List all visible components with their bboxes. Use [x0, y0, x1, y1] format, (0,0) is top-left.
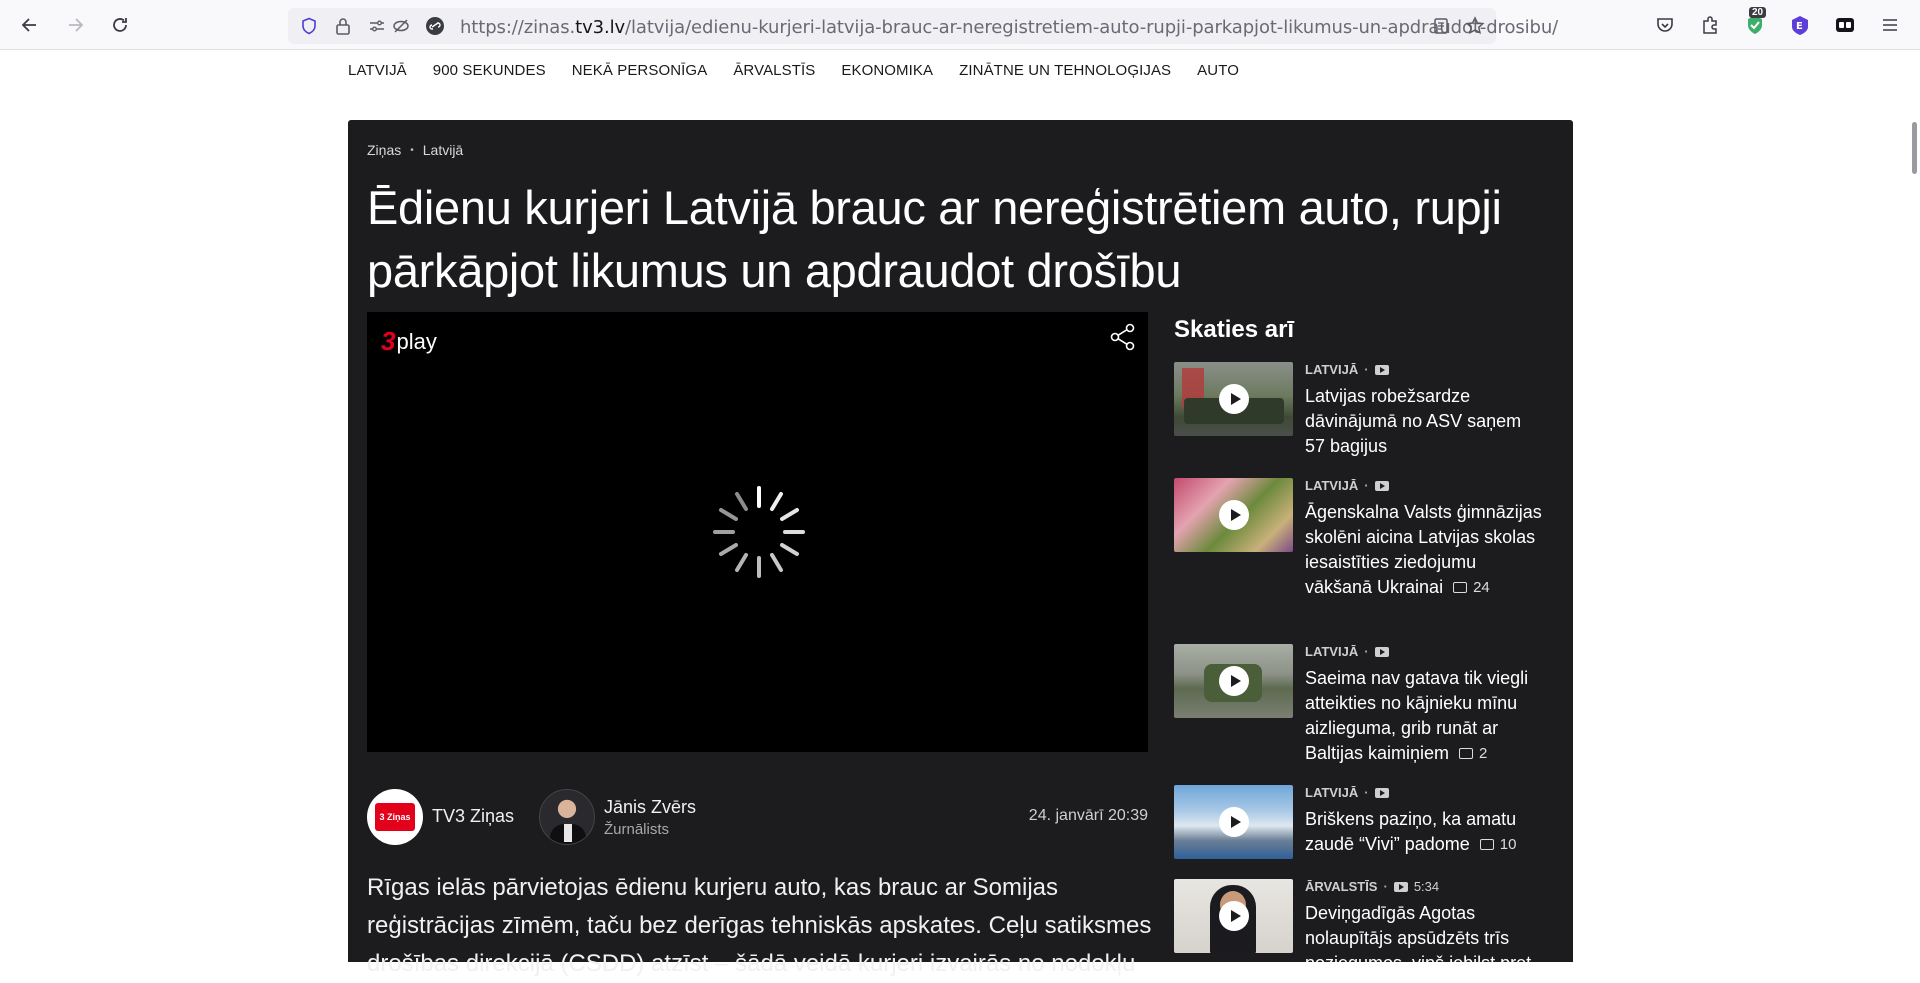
video-icon: [1374, 364, 1389, 375]
url-text[interactable]: https://zinas.tv3.lv/latvija/edienu-kurj…: [460, 17, 1558, 38]
pocket-icon[interactable]: [1652, 12, 1678, 38]
video-icon: [1374, 480, 1389, 491]
page-scrollbar[interactable]: [1908, 50, 1920, 962]
sidebar-item-title[interactable]: Briškens paziņo, ka amatu zaudē “Vivi” p…: [1305, 807, 1545, 857]
reload-icon: [113, 18, 127, 32]
scrollbar-thumb[interactable]: [1912, 122, 1917, 174]
reload-button[interactable]: [102, 7, 138, 43]
sidebar-item-meta: ĀRVALSTĪS · 5:34: [1305, 879, 1440, 894]
play-icon[interactable]: [1219, 666, 1249, 696]
link-icon[interactable]: [424, 15, 446, 37]
source-name[interactable]: TV3 Ziņas: [432, 806, 514, 827]
forward-button[interactable]: [57, 7, 93, 43]
back-button[interactable]: [12, 7, 48, 43]
extensions-puzzle-icon[interactable]: [1697, 12, 1723, 38]
sidebar-thumbnail[interactable]: [1174, 644, 1293, 718]
permissions-icon[interactable]: [366, 15, 388, 37]
forward-arrow-icon: [69, 18, 84, 32]
back-arrow-icon: [21, 18, 36, 32]
author-avatar[interactable]: [539, 789, 595, 845]
article-lead: Rīgas ielās pārvietojas ēdienu kurjeru a…: [367, 874, 1152, 977]
reader-view-icon[interactable]: [1430, 15, 1452, 37]
video-icon: [1374, 787, 1389, 798]
nav-link-900-sekundes[interactable]: 900 SEKUNDES: [433, 62, 546, 79]
video-duration: 5:34: [1413, 879, 1440, 894]
blocked-media-icon[interactable]: [390, 15, 412, 37]
video-player[interactable]: 3 play: [367, 312, 1148, 752]
play-icon[interactable]: [1219, 384, 1249, 414]
share-icon[interactable]: [1108, 322, 1138, 352]
comment-icon: [1479, 839, 1494, 850]
video-icon: [1374, 646, 1389, 657]
lock-icon[interactable]: [332, 15, 354, 37]
article-panel: Ziņas • Latvijā Ēdienu kurjeri Latvijā b…: [348, 120, 1573, 977]
3play-logo: 3 play: [381, 326, 437, 356]
address-bar[interactable]: https://zinas.tv3.lv/latvija/edienu-kurj…: [288, 8, 1558, 44]
author-role: Žurnālists: [604, 821, 670, 838]
breadcrumb-separator: •: [410, 144, 414, 156]
sidebar-thumbnail[interactable]: [1174, 478, 1293, 552]
sidebar-item-title[interactable]: Saeima nav gatava tik viegli atteikties …: [1305, 666, 1545, 766]
sidebar-item-title[interactable]: Deviņgadīgās Agotas nolaupītājs apsūdzēt…: [1305, 901, 1545, 976]
play-icon[interactable]: [1219, 500, 1249, 530]
sidebar-item-meta: LATVIJĀ ·: [1305, 644, 1389, 659]
breadcrumb: Ziņas • Latvijā: [367, 142, 463, 158]
comment-icon: [1459, 748, 1474, 759]
comment-icon: [1453, 582, 1468, 593]
nav-link-latvija[interactable]: LATVIJĀ: [348, 62, 407, 79]
sidebar-thumbnail[interactable]: [1174, 362, 1293, 436]
svg-text:E: E: [1796, 21, 1803, 32]
sidebar-item-meta: LATVIJĀ ·: [1305, 785, 1389, 800]
bookmark-star-icon[interactable]: [1464, 15, 1486, 37]
tracking-shield-icon[interactable]: [298, 15, 320, 37]
sidebar-item-title[interactable]: Āgenskalna Valsts ģimnāzijas skolēni aic…: [1305, 500, 1545, 600]
container-extension-icon[interactable]: [1832, 12, 1858, 38]
sidebar-item-meta: LATVIJĀ ·: [1305, 362, 1389, 377]
browser-toolbar: https://zinas.tv3.lv/latvija/edienu-kurj…: [0, 0, 1920, 50]
sidebar-title: Skaties arī: [1174, 316, 1295, 343]
sidebar-thumbnail[interactable]: [1174, 785, 1293, 859]
nav-link-ekonomika[interactable]: EKONOMIKA: [841, 62, 933, 79]
nav-link-zinatne[interactable]: ZINĀTNE UN TEHNOLOĢIJAS: [959, 62, 1171, 79]
publish-date: 24. janvārī 20:39: [1028, 807, 1148, 824]
nav-link-auto[interactable]: AUTO: [1197, 62, 1239, 79]
play-icon[interactable]: [1219, 807, 1249, 837]
comment-count[interactable]: 2: [1459, 741, 1487, 766]
menu-hamburger-icon[interactable]: [1877, 12, 1903, 38]
comment-count[interactable]: 10: [1479, 832, 1516, 857]
category-nav: LATVIJĀ 900 SEKUNDES NEKĀ PERSONĪGA ĀRVA…: [348, 62, 1265, 79]
author-name[interactable]: Jānis Zvērs: [604, 797, 696, 818]
breadcrumb-home[interactable]: Ziņas: [367, 142, 401, 158]
play-icon[interactable]: [1219, 901, 1249, 931]
sidebar-item-meta: LATVIJĀ ·: [1305, 478, 1389, 493]
nav-link-neka-personiga[interactable]: NEKĀ PERSONĪGA: [572, 62, 708, 79]
video-icon: [1393, 881, 1408, 892]
breadcrumb-section[interactable]: Latvijā: [423, 142, 463, 158]
loading-spinner-icon: [713, 486, 805, 578]
comment-count[interactable]: 24: [1453, 575, 1490, 600]
nav-link-arvalstis[interactable]: ĀRVALSTĪS: [733, 62, 815, 79]
article-byline: 3 Ziņas TV3 Ziņas Jānis Zvērs Žurnālists…: [367, 789, 1148, 847]
e-extension-icon[interactable]: E: [1787, 12, 1813, 38]
sidebar-thumbnail[interactable]: [1174, 879, 1293, 953]
sidebar-item-title[interactable]: Latvijas robežsardze dāvinājumā no ASV s…: [1305, 384, 1545, 459]
article-headline: Ēdienu kurjeri Latvijā brauc ar nereģist…: [367, 181, 1502, 297]
tv3-zinas-logo[interactable]: 3 Ziņas: [367, 789, 423, 845]
extension-badge-count: 20: [1749, 7, 1767, 18]
